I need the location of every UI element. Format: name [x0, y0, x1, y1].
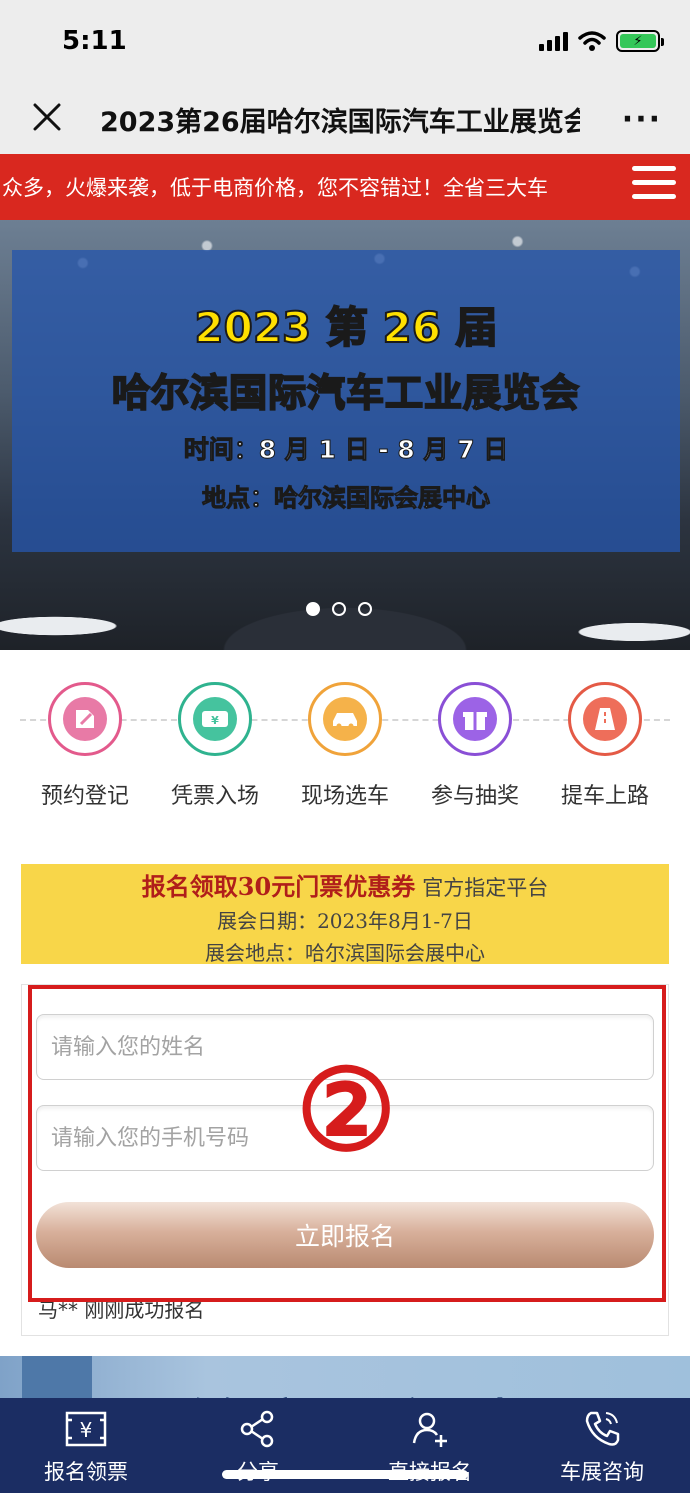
status-bar: 5:11 ⚡ — [0, 0, 690, 82]
promo-platform: 官方指定平台 — [422, 876, 549, 900]
step-register[interactable]: 预约登记 — [20, 682, 150, 810]
tab-consult[interactable]: 车展咨询 — [516, 1408, 688, 1486]
carousel-dot[interactable] — [358, 602, 372, 616]
car-icon — [323, 697, 367, 741]
step-label: 预约登记 — [40, 784, 129, 809]
road-icon — [583, 697, 627, 741]
battery-charging-icon: ⚡ — [620, 34, 656, 49]
hero-banner[interactable]: 2023 第 26 届 哈尔滨国际汽车工业展览会 时间：8 月 1 日 - 8 … — [0, 220, 690, 650]
menu-icon[interactable] — [632, 166, 676, 208]
banner-overlay-panel: 2023 第 26 届 哈尔滨国际汽车工业展览会 时间：8 月 1 日 - 8 … — [12, 250, 680, 552]
share-icon — [172, 1408, 344, 1450]
banner-location: 地点：哈尔滨国际会展中心 — [202, 484, 491, 513]
close-icon[interactable] — [30, 100, 64, 134]
phone-icon — [516, 1408, 688, 1450]
step-entry[interactable]: ¥ 凭票入场 — [150, 682, 280, 810]
pen-tag-icon — [63, 697, 107, 741]
step-label: 现场选车 — [300, 784, 389, 809]
promo-date: 展会日期：2023年8月1-7日 — [217, 909, 473, 933]
annotation-number: ② — [296, 1045, 397, 1176]
tab-signup-ticket[interactable]: ¥ 报名领票 — [0, 1408, 172, 1486]
building-image — [22, 1356, 92, 1398]
step-label: 凭票入场 — [170, 784, 259, 809]
promo-venue: 展会地点：哈尔滨国际会展中心 — [205, 941, 485, 965]
promo-banner: 报名领取30元门票优惠券 官方指定平台 展会日期：2023年8月1-7日 展会地… — [21, 864, 669, 965]
step-label: 参与抽奖 — [430, 784, 519, 809]
tab-label: 车展咨询 — [560, 1460, 644, 1484]
step-label: 提车上路 — [560, 784, 649, 809]
banner-edition: 2023 第 26 届 — [193, 302, 498, 353]
status-icons: ⚡ — [539, 30, 664, 52]
ticket-yen-icon: ¥ — [0, 1408, 172, 1450]
more-options-button[interactable]: ··· — [622, 102, 662, 137]
venue-banner-text: 哈尔滨国际会展中心 — [170, 1384, 566, 1398]
promo-highlight: 报名领取30元门票优惠券 — [141, 872, 416, 901]
page-title: 2023第26届哈尔滨国际汽车工业展览会 — [100, 107, 580, 138]
step-pickup[interactable]: 提车上路 — [540, 682, 670, 810]
banner-time: 时间：8 月 1 日 - 8 月 7 日 — [183, 435, 509, 465]
ticker-text: 众多，火爆来袭，低于电商价格，您不容错过！全省三大车 — [2, 176, 548, 200]
battery-icon: ⚡ — [616, 30, 664, 52]
step-choose-car[interactable]: 现场选车 — [280, 682, 410, 810]
add-user-icon — [344, 1408, 516, 1450]
step-lottery[interactable]: 参与抽奖 — [410, 682, 540, 810]
ticket-icon: ¥ — [193, 697, 237, 741]
carousel-dot[interactable] — [332, 602, 346, 616]
tab-label: 报名领票 — [44, 1460, 128, 1484]
status-time: 5:11 — [62, 26, 127, 56]
wifi-icon — [578, 31, 606, 51]
home-indicator[interactable] — [222, 1470, 468, 1479]
venue-banner[interactable]: 哈尔滨国际会展中心 — [0, 1356, 690, 1398]
banner-event-name: 哈尔滨国际汽车工业展览会 — [111, 370, 580, 416]
announcement-ticker: 众多，火爆来袭，低于电商价格，您不容错过！全省三大车 — [0, 154, 690, 220]
gift-icon — [453, 697, 497, 741]
carousel-dot[interactable] — [306, 602, 320, 616]
nav-bar: 2023第26届哈尔滨国际汽车工业展览会 ··· — [0, 82, 690, 154]
signal-icon — [539, 31, 568, 51]
carousel-dots — [306, 602, 372, 616]
svg-text:¥: ¥ — [211, 714, 219, 727]
svg-text:¥: ¥ — [80, 1418, 93, 1442]
process-steps: 预约登记 ¥ 凭票入场 现场选车 参与抽奖 提车上路 — [20, 682, 670, 812]
